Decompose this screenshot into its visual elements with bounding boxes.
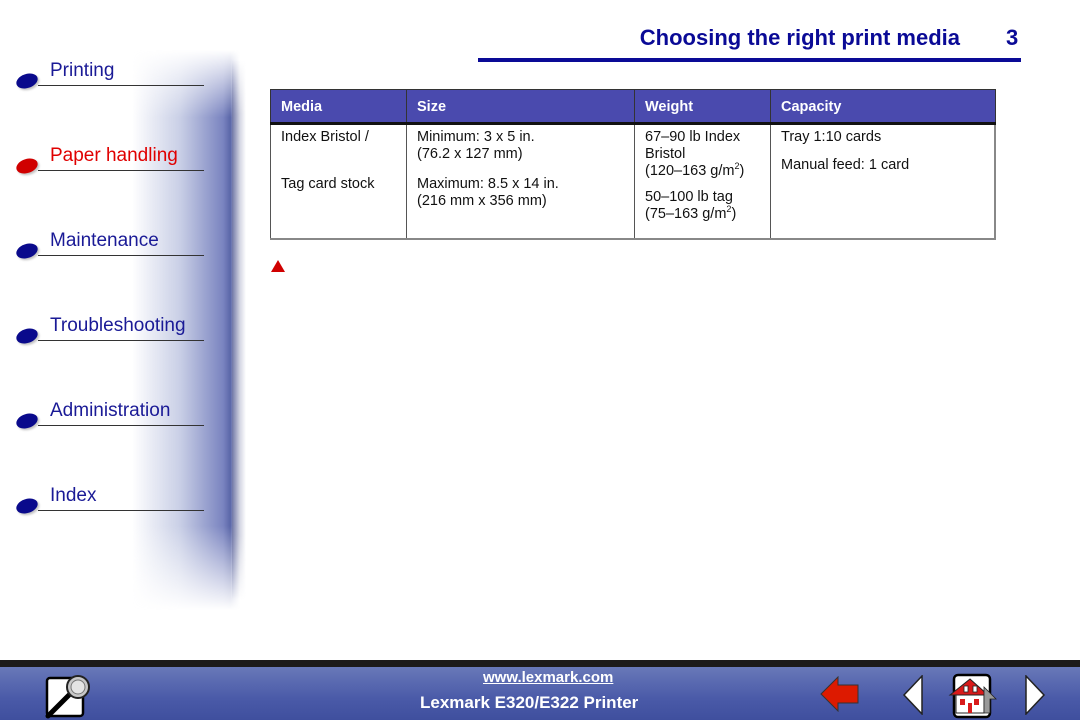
cell-weight: 67–90 lb Index Bristol (120–163 g/m2) 50… [634, 123, 771, 240]
footer: www.lexmark.com Lexmark E320/E322 Printe… [0, 667, 1080, 720]
sidebar-item-label: Maintenance [50, 230, 159, 251]
previous-page-button[interactable] [902, 674, 924, 716]
column-header-media: Media [270, 89, 407, 125]
sidebar-item-label: Index [50, 485, 97, 506]
page-title: Choosing the right print media [639, 25, 960, 50]
divider [38, 170, 204, 171]
divider [38, 340, 204, 341]
weight-text: 50–100 lb tag [645, 189, 733, 205]
weight-index-bristol: 67–90 lb Index Bristol (120–163 g/m2) [645, 129, 760, 180]
product-name: Lexmark E320/E322 Printer [420, 693, 639, 712]
previous-page-icon [902, 674, 923, 716]
sidebar-item-paper-handling[interactable]: Paper handling [14, 145, 204, 177]
table-row: Index Bristol / Tag card stock Minimum: … [270, 123, 996, 240]
page-number: 3 [1006, 25, 1019, 50]
bullet-icon [14, 495, 40, 517]
size-text: Minimum: 3 x 5 in. [417, 129, 535, 145]
column-header-size: Size [406, 89, 635, 125]
next-page-button[interactable] [1024, 674, 1046, 716]
bullet-icon [14, 155, 40, 177]
capacity-line: Tray 1:10 cards [781, 129, 882, 145]
divider [38, 510, 204, 511]
weight-text: Bristol [645, 146, 686, 162]
sidebar-shadow [232, 60, 246, 600]
sidebar-item-administration[interactable]: Administration [14, 400, 204, 432]
weight-close: ) [739, 163, 745, 179]
divider [38, 425, 204, 426]
divider [38, 255, 204, 256]
bullet-icon [14, 70, 40, 92]
cell-capacity: Tray 1:10 cards Manual feed: 1 card [770, 123, 996, 240]
next-page-icon [1025, 674, 1046, 716]
sidebar-item-label: Troubleshooting [50, 315, 186, 336]
divider [38, 85, 204, 86]
bullet-icon [14, 325, 40, 347]
search-button[interactable] [44, 672, 94, 720]
home-button[interactable] [940, 673, 1000, 719]
cell-media: Index Bristol / Tag card stock [270, 123, 407, 240]
sidebar-item-maintenance[interactable]: Maintenance [14, 230, 204, 262]
column-header-weight: Weight [634, 89, 771, 125]
size-text: (216 mm x 356 mm) [417, 193, 547, 209]
media-table: Media Size Weight Capacity Index Bristol… [270, 89, 996, 240]
sidebar-item-index[interactable]: Index [14, 485, 204, 517]
sidebar-item-label: Paper handling [50, 145, 178, 166]
weight-metric: (120–163 g/m [645, 163, 735, 179]
sidebar-item-printing[interactable]: Printing [14, 60, 204, 92]
bullet-icon [14, 410, 40, 432]
website-link[interactable]: www.lexmark.com [483, 669, 613, 686]
weight-tag: 50–100 lb tag (75–163 g/m2) [645, 189, 760, 223]
back-arrow-icon [820, 675, 859, 713]
weight-text: 67–90 lb Index [645, 129, 741, 145]
sidebar-item-troubleshooting[interactable]: Troubleshooting [14, 315, 204, 347]
size-text: (76.2 x 127 mm) [417, 146, 523, 162]
media-line: Index Bristol / [281, 129, 369, 145]
home-icon [948, 673, 997, 719]
footer-divider [0, 660, 1080, 667]
weight-metric: (75–163 g/m [645, 206, 727, 222]
back-button[interactable] [820, 675, 860, 713]
weight-close: ) [731, 206, 737, 222]
size-text: Maximum: 8.5 x 14 in. [417, 176, 559, 192]
media-line: Tag card stock [281, 176, 375, 192]
weight-text: (75–163 g/m2) [645, 205, 760, 223]
sidebar-item-label: Printing [50, 60, 115, 81]
header-rule [478, 58, 1021, 62]
bullet-icon [14, 240, 40, 262]
size-minimum: Minimum: 3 x 5 in. (76.2 x 127 mm) [417, 129, 624, 163]
back-to-top-icon[interactable] [271, 260, 285, 272]
cell-size: Minimum: 3 x 5 in. (76.2 x 127 mm) Maxim… [406, 123, 635, 240]
column-header-capacity: Capacity [770, 89, 996, 125]
capacity-line: Manual feed: 1 card [781, 157, 910, 173]
search-icon [45, 675, 90, 719]
table-header-row: Media Size Weight Capacity [270, 89, 996, 125]
size-maximum: Maximum: 8.5 x 14 in. (216 mm x 356 mm) [417, 176, 624, 210]
sidebar-item-label: Administration [50, 400, 171, 421]
weight-text: (120–163 g/m2) [645, 162, 760, 180]
